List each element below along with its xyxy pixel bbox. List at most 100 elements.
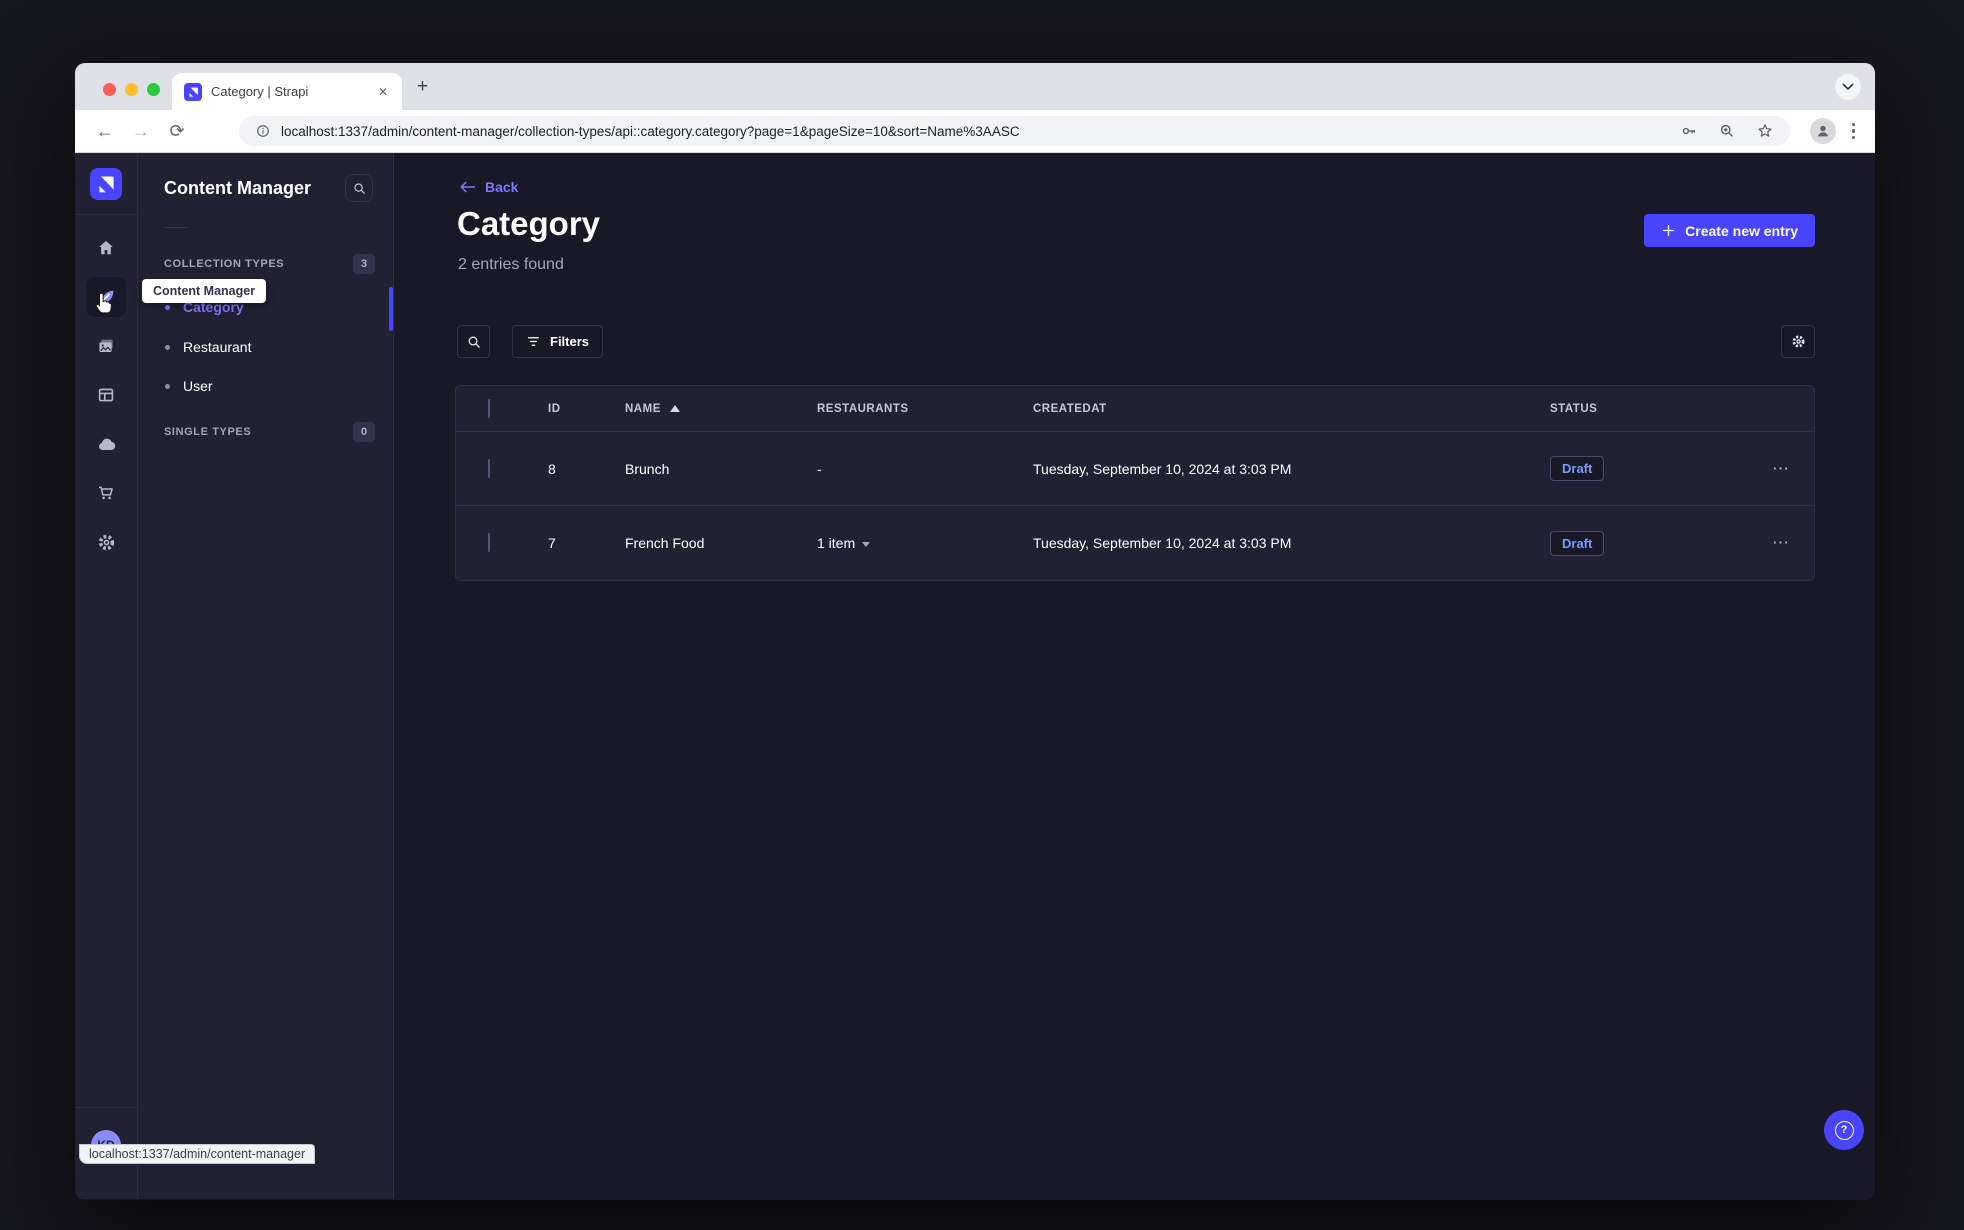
strapi-logo-icon <box>99 176 114 193</box>
content-manager-tooltip: Content Manager <box>142 279 267 303</box>
cart-icon <box>99 486 113 500</box>
tab-title: Category | Strapi <box>211 84 309 99</box>
status-badge: Draft <box>1550 456 1605 481</box>
close-window-button[interactable] <box>103 83 116 96</box>
browser-window: Category | Strapi ✕ + ← → ⟳ localhost:13… <box>75 63 1875 1200</box>
rail-cloud-button[interactable] <box>86 424 126 464</box>
new-tab-button[interactable]: + <box>417 77 428 96</box>
view-settings-button[interactable] <box>1781 325 1815 358</box>
single-types-section: SINGLE TYPES 0 <box>164 422 375 442</box>
single-types-label: SINGLE TYPES <box>164 426 252 438</box>
status-badge: Draft <box>1550 530 1605 556</box>
back-label: Back <box>485 179 519 195</box>
media-library-icon <box>99 339 113 352</box>
bullet-icon <box>165 344 170 350</box>
zoom-in-icon[interactable] <box>1718 122 1736 140</box>
rail-marketplace-button[interactable] <box>86 473 126 513</box>
address-bar[interactable]: localhost:1337/admin/content-manager/col… <box>239 116 1790 146</box>
column-header-restaurants[interactable]: RESTAURANTS <box>817 403 1033 415</box>
table-row[interactable]: 7 French Food 1 item Tuesday, September … <box>456 506 1814 580</box>
select-all-checkbox[interactable] <box>488 398 490 418</box>
column-header-createdat[interactable]: CREATEDAT <box>1033 403 1550 415</box>
link-preview-status-bar: localhost:1337/admin/content-manager <box>79 1144 316 1164</box>
browser-profile-button[interactable] <box>1809 118 1836 144</box>
sidebar-item-user[interactable]: User <box>165 378 213 394</box>
cell-restaurants[interactable]: 1 item <box>817 535 1033 551</box>
chevron-down-icon <box>862 541 871 547</box>
help-button[interactable]: ? <box>1824 1110 1864 1150</box>
minimize-window-button[interactable] <box>125 83 138 96</box>
row-actions-menu[interactable]: ⋯ <box>1750 533 1814 553</box>
info-icon[interactable] <box>255 123 271 139</box>
back-link[interactable]: Back <box>459 179 518 195</box>
content-manager-sidebar: Content Manager COLLECTION TYPES 3 Categ… <box>138 153 394 1199</box>
sidebar-divider <box>164 227 188 228</box>
tab-search-button[interactable] <box>1835 74 1861 100</box>
cloud-icon <box>98 438 115 450</box>
cell-name: French Food <box>625 535 705 551</box>
sidebar-item-label: Restaurant <box>183 339 252 355</box>
bullet-icon <box>165 383 170 389</box>
passwords-key-icon[interactable] <box>1680 122 1698 140</box>
rail-home-button[interactable] <box>86 228 126 268</box>
gear-icon <box>98 534 114 550</box>
search-icon <box>353 182 365 194</box>
cell-restaurants: - <box>817 460 822 477</box>
column-header-id[interactable]: ID <box>548 403 625 415</box>
url-text[interactable]: localhost:1337/admin/content-manager/col… <box>281 124 1670 139</box>
sidebar-title: Content Manager <box>164 178 312 198</box>
question-icon: ? <box>1834 1120 1854 1140</box>
strapi-logo-button[interactable] <box>90 168 122 200</box>
chevron-down-icon <box>1842 83 1854 91</box>
sidebar-item-restaurant[interactable]: Restaurant <box>165 339 251 355</box>
row-checkbox[interactable] <box>488 533 490 552</box>
row-actions-menu[interactable]: ⋯ <box>1750 459 1814 479</box>
hand-cursor <box>92 291 115 317</box>
browser-back-button[interactable]: ← <box>89 121 121 142</box>
column-header-name[interactable]: NAME <box>625 403 817 415</box>
cell-createdat: Tuesday, September 10, 2024 at 3:03 PM <box>1033 535 1292 551</box>
create-new-entry-button[interactable]: Create new entry <box>1644 214 1815 247</box>
single-types-count-badge: 0 <box>353 422 375 442</box>
zoom-window-button[interactable] <box>147 83 160 96</box>
browser-tab[interactable]: Category | Strapi ✕ <box>172 73 402 110</box>
tab-close-icon[interactable]: ✕ <box>374 83 392 101</box>
browser-toolbar: ← → ⟳ localhost:1337/admin/content-manag… <box>75 110 1875 153</box>
collection-types-section: COLLECTION TYPES 3 <box>164 254 375 274</box>
active-item-indicator <box>389 287 393 331</box>
rail-media-library-button[interactable] <box>86 326 126 366</box>
cell-id: 8 <box>548 460 556 477</box>
filters-button[interactable]: Filters <box>512 325 604 358</box>
page-title: Category <box>457 205 601 242</box>
row-checkbox[interactable] <box>488 458 490 478</box>
home-icon <box>99 241 113 255</box>
table-header-row: ID NAME RESTAURANTS CREATEDAT STATUS <box>456 386 1814 432</box>
table-search-button[interactable] <box>457 325 490 358</box>
plus-icon <box>1663 224 1675 237</box>
arrow-left-icon <box>460 181 476 193</box>
filter-icon <box>527 337 540 346</box>
tab-strip: Category | Strapi ✕ + <box>75 63 1875 110</box>
browser-forward-button[interactable]: → <box>125 121 157 142</box>
content-type-builder-icon <box>98 388 114 402</box>
filters-label: Filters <box>550 334 590 349</box>
entries-count: 2 entries found <box>458 256 564 273</box>
sort-asc-icon <box>669 405 680 412</box>
table-row[interactable]: 8 Brunch - Tuesday, September 10, 2024 a… <box>456 432 1814 506</box>
column-header-status[interactable]: STATUS <box>1550 403 1750 415</box>
entries-table: ID NAME RESTAURANTS CREATEDAT STATUS 8 B… <box>455 385 1815 581</box>
cell-name: Brunch <box>625 460 670 477</box>
strapi-favicon-icon <box>184 82 202 101</box>
rail-content-type-builder-button[interactable] <box>86 375 126 415</box>
strapi-app: KD Content Manager COLLECTION TYPES 3 Ca… <box>75 153 1875 1199</box>
sidebar-item-label: User <box>183 378 213 394</box>
rail-settings-button[interactable] <box>86 522 126 562</box>
collection-types-label: COLLECTION TYPES <box>164 258 285 270</box>
search-icon <box>468 336 480 348</box>
browser-menu-button[interactable] <box>1846 122 1862 140</box>
sidebar-search-button[interactable] <box>345 174 373 202</box>
bookmark-star-icon[interactable] <box>1756 122 1774 140</box>
browser-reload-button[interactable]: ⟳ <box>161 121 193 142</box>
gear-icon <box>1792 335 1804 348</box>
person-icon <box>1817 125 1828 137</box>
